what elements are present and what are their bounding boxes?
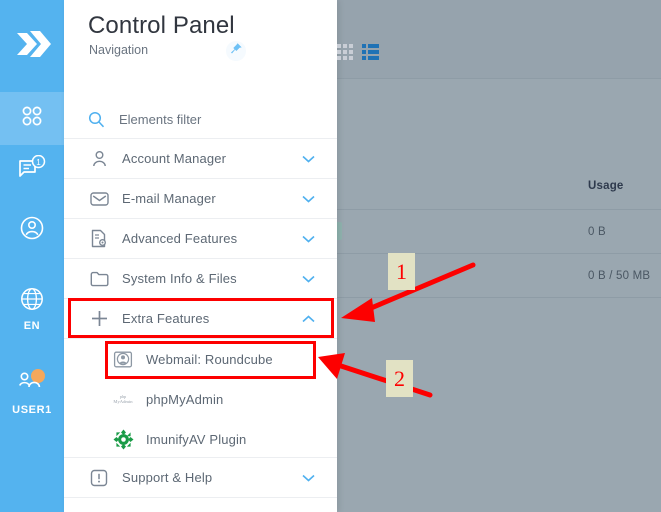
plus-icon	[88, 308, 110, 330]
sidebar-item-email-manager[interactable]: E-mail Manager	[64, 179, 337, 218]
left-icon-rail: 1 EN	[0, 0, 64, 512]
pin-button[interactable]	[226, 41, 246, 61]
background-table-header-usage: Usage	[588, 180, 624, 192]
sidebar-item-account-manager[interactable]: Account Manager	[64, 139, 337, 178]
webmail-roundcube-icon	[112, 349, 134, 371]
chevrons-right-logo-icon	[13, 27, 51, 66]
grid-apps-icon	[19, 103, 45, 134]
sidebar-subitem-webmail-roundcube[interactable]: Webmail: Roundcube	[64, 340, 337, 379]
svg-text:1: 1	[36, 157, 41, 166]
sidebar-subitem-label: Webmail: Roundcube	[146, 352, 273, 367]
exclamation-box-icon	[88, 467, 110, 489]
globe-language-icon	[19, 286, 45, 317]
annotation-step-badge-2: 2	[386, 360, 413, 397]
grid-view-icon[interactable]	[337, 44, 353, 60]
sidebar-item-user[interactable]: USER1	[0, 362, 64, 422]
phpmyadmin-icon: php MyAdmin	[112, 389, 134, 411]
annotation-step-badge-1: 1	[388, 253, 415, 290]
search-input-text: Elements filter	[119, 112, 201, 127]
folder-icon	[88, 268, 110, 290]
users-account-icon	[16, 368, 48, 401]
notifications-message-icon: 1	[17, 155, 47, 188]
view-mode-toggle	[337, 44, 379, 60]
person-icon	[88, 148, 110, 170]
sidebar-subitem-phpmyadmin[interactable]: php MyAdmin phpMyAdmin	[64, 380, 337, 419]
sidebar-item-account[interactable]	[0, 204, 64, 256]
sidebar-item-extra-features[interactable]: Extra Features	[64, 299, 337, 338]
document-gear-icon	[88, 228, 110, 250]
sidebar-item-label: Account Manager	[122, 151, 226, 166]
sidebar-subitem-label: phpMyAdmin	[146, 392, 223, 407]
sidebar-item-label: E-mail Manager	[122, 191, 216, 206]
sidebar-item-support-help[interactable]: Support & Help	[64, 458, 337, 497]
navigation-panel: Control Panel Navigation Elements filter	[64, 0, 337, 512]
sidebar-item-label: Extra Features	[122, 311, 209, 326]
sidebar-subitem-label: ImunifyAV Plugin	[146, 432, 246, 447]
sidebar-item-language-label: EN	[24, 320, 40, 332]
sidebar-item-language[interactable]: EN	[0, 280, 64, 338]
page-title: Control Panel	[88, 12, 235, 40]
sidebar-item-apps[interactable]	[0, 92, 64, 145]
list-view-icon[interactable]	[362, 44, 379, 60]
sidebar-subitem-imunifyav-plugin[interactable]: ImunifyAV Plugin	[64, 420, 337, 459]
chevron-down-icon[interactable]	[302, 472, 315, 484]
search-icon	[88, 111, 105, 128]
sidebar-item-user-label: USER1	[12, 404, 52, 416]
user-circle-icon	[19, 215, 45, 246]
chevron-down-icon[interactable]	[302, 193, 315, 205]
sidebar-item-system-info-files[interactable]: System Info & Files	[64, 259, 337, 298]
background-table-cell-usage: 0 B	[588, 226, 606, 238]
search-input[interactable]: Elements filter	[64, 100, 337, 138]
chevron-down-icon[interactable]	[302, 153, 315, 165]
pin-icon	[230, 42, 243, 60]
sidebar-item-label: Support & Help	[122, 470, 212, 485]
envelope-icon	[88, 188, 110, 210]
imunifyav-icon	[112, 429, 134, 451]
chevron-down-icon[interactable]	[302, 273, 315, 285]
svg-text:MyAdmin: MyAdmin	[113, 399, 133, 404]
app-logo[interactable]	[0, 0, 64, 92]
sidebar-item-advanced-features[interactable]: Advanced Features	[64, 219, 337, 258]
sidebar-item-label: System Info & Files	[122, 271, 237, 286]
sidebar-item-label: Advanced Features	[122, 231, 237, 246]
sidebar-item-notifications[interactable]: 1	[0, 145, 64, 197]
chevron-up-icon[interactable]	[302, 313, 315, 325]
panel-subtitle: Navigation	[89, 43, 148, 57]
background-table-cell-usage: 0 B / 50 MB	[588, 270, 650, 282]
chevron-down-icon[interactable]	[302, 233, 315, 245]
